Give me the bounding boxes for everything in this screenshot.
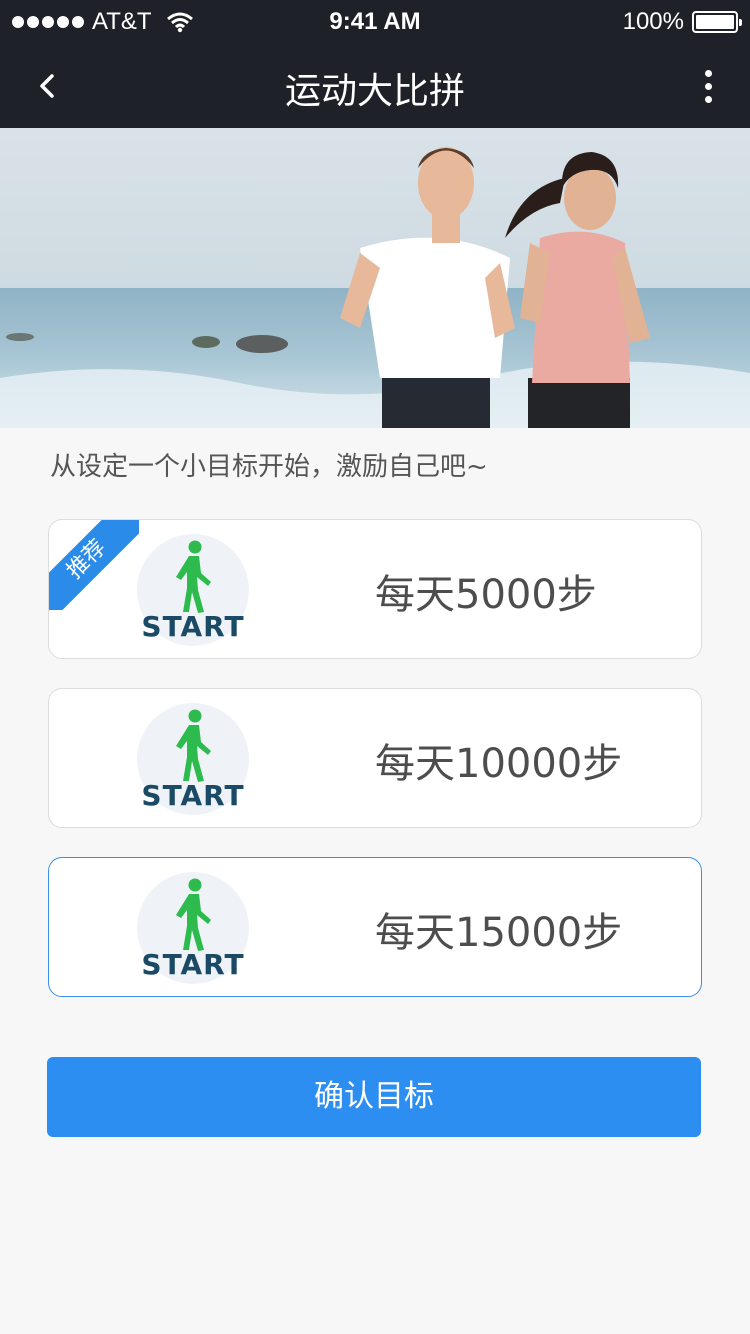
walking-person-icon [176,878,211,951]
battery-percent: 100% [622,8,684,35]
battery-icon [692,11,742,33]
goal-card-10000[interactable]: START 每天10000步 [48,688,702,828]
nav-bar: 运动大比拼 [0,44,750,128]
status-right: 100% [622,8,742,36]
start-badge: START [137,872,249,984]
goal-card-5000[interactable]: 推荐 START 每天5000步 [48,519,702,659]
goal-prompt: 从设定一个小目标开始，激励自己吧~ [50,452,488,482]
goal-label: 每天15000步 [375,910,623,956]
start-badge: START [137,534,249,646]
start-label: START [141,779,245,812]
hero-image [0,128,750,428]
recommended-ribbon: 推荐 [49,520,139,610]
page-title: 运动大比拼 [284,71,465,112]
goal-label: 每天10000步 [375,741,623,787]
start-badge: START [137,703,249,815]
start-label: START [141,610,245,643]
status-bar: AT&T 9:41 AM 100% [0,0,750,44]
walking-person-icon [176,709,211,782]
start-label: START [141,948,245,981]
more-vertical-icon [704,69,712,77]
confirm-goal-button[interactable]: 确认目标 [47,1057,701,1137]
goal-label: 每天5000步 [375,572,597,618]
more-button[interactable] [696,66,720,106]
goal-card-15000[interactable]: START 每天15000步 [48,857,702,997]
recommended-label: 推荐 [49,520,139,610]
walking-person-icon [176,540,211,613]
